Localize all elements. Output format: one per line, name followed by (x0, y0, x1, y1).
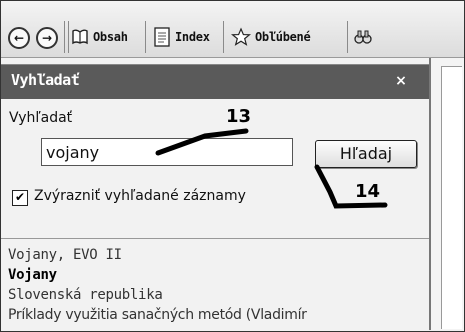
toolbar-separator (64, 21, 65, 53)
search-button[interactable]: Hľadaj (315, 140, 417, 168)
list-item[interactable]: Slovenská republika (8, 287, 163, 303)
index-page-icon (154, 27, 170, 47)
toolbar-separator (145, 21, 146, 53)
contents-label: Obsah (93, 30, 128, 44)
toolbar-separator (68, 21, 69, 53)
list-item[interactable]: Príklady využitia sanačných metód (Vladi… (8, 307, 307, 323)
toolbar-separator (223, 21, 224, 53)
search-input[interactable] (41, 138, 293, 166)
content-pane (441, 66, 462, 329)
help-toolbar: ← → Obsah Index Obľúbené (1, 1, 464, 58)
results-list: Vojany, EVO II Vojany Slovenská republik… (1, 238, 429, 331)
arrow-right-icon: → (41, 31, 53, 45)
arrow-left-icon: ← (13, 31, 25, 45)
highlight-checkbox[interactable]: ✔ (12, 190, 28, 206)
list-item[interactable]: Vojany, EVO II (8, 247, 122, 263)
close-icon[interactable]: × (391, 70, 411, 92)
toolbar-separator (347, 21, 348, 53)
index-label: Index (175, 30, 210, 44)
search-label: Vyhľadať (9, 110, 73, 126)
search-toolbar-button[interactable] (353, 22, 373, 52)
favorites-label: Obľúbené (255, 30, 311, 44)
back-button[interactable]: ← (8, 27, 30, 49)
favorites-button[interactable]: Obľúbené (231, 22, 311, 52)
highlight-label: Zvýrazniť vyhľadané záznamy (34, 188, 246, 204)
annotation-label-14: 14 (355, 181, 381, 202)
panel-header: Vyhľadať × (1, 64, 429, 99)
contents-button[interactable]: Obsah (71, 22, 128, 52)
list-item[interactable]: Vojany (8, 267, 57, 283)
forward-button[interactable]: → (36, 27, 58, 49)
book-icon (72, 29, 88, 45)
star-icon (231, 27, 251, 46)
panel-title: Vyhľadať (11, 71, 80, 89)
search-binoculars-icon (354, 30, 372, 44)
index-button[interactable]: Index (153, 22, 210, 52)
content-area (431, 58, 464, 330)
annotation-label-13: 13 (226, 106, 252, 127)
